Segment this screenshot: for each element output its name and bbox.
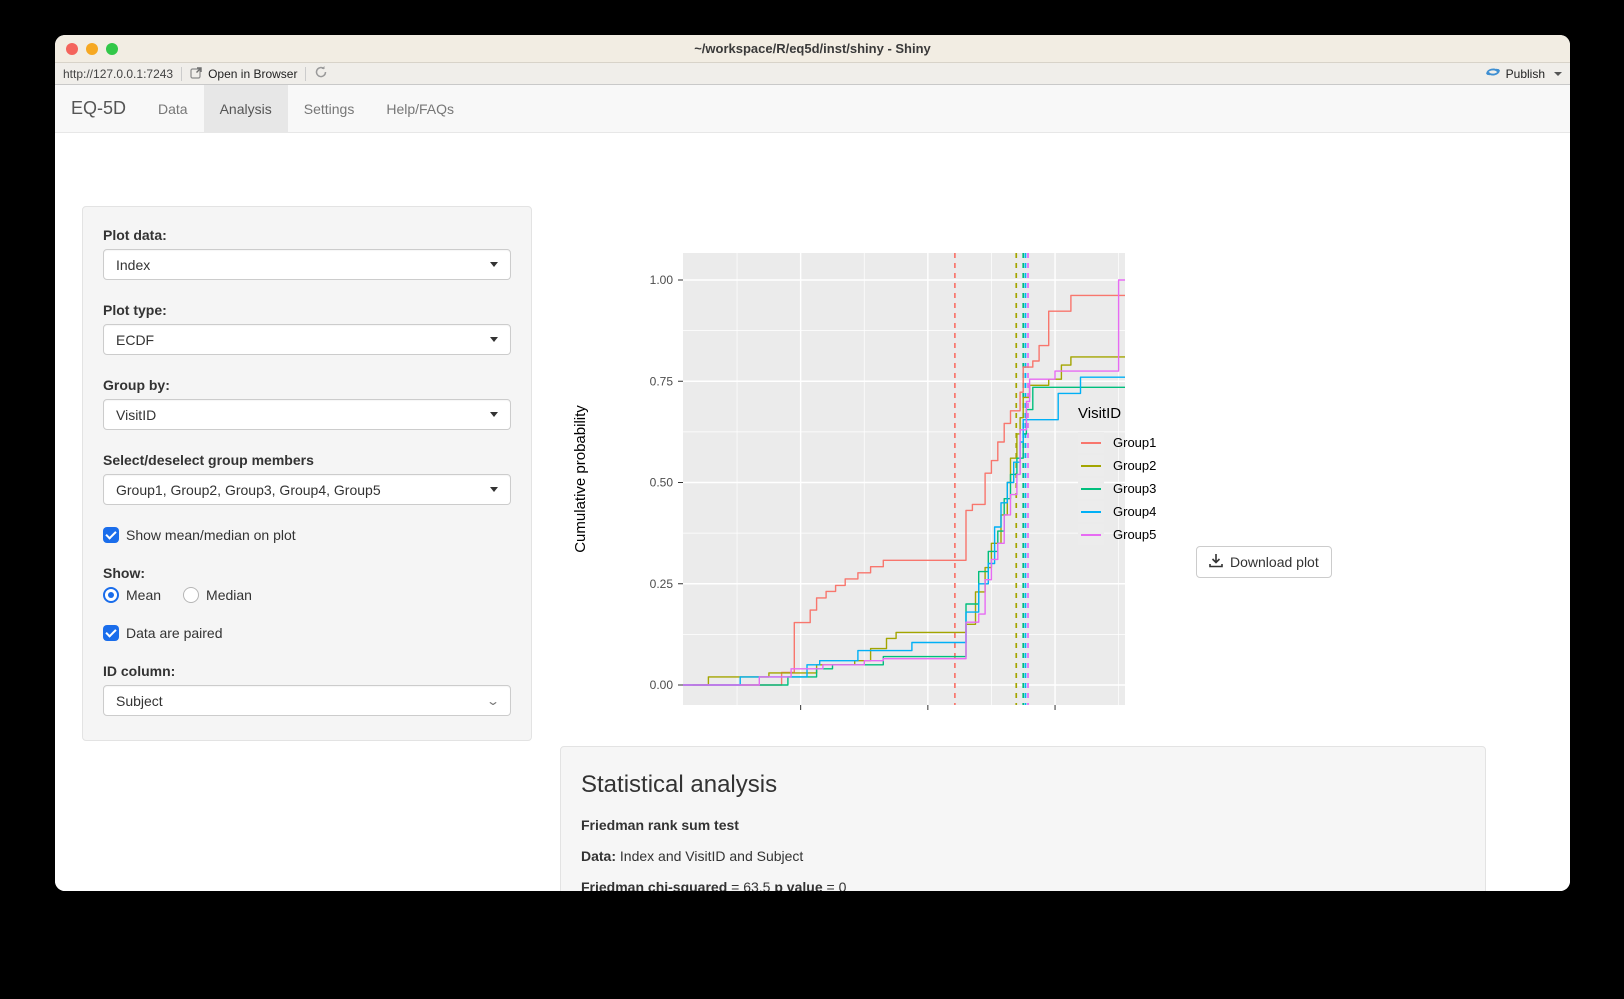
svg-text:0.25: 0.25 xyxy=(650,577,674,591)
nav-tabs: DataAnalysisSettingsHelp/FAQs xyxy=(142,85,470,132)
data-paired-checkbox[interactable]: Data are paired xyxy=(103,625,511,641)
plot-data-label: Plot data: xyxy=(103,227,511,243)
tab-data[interactable]: Data xyxy=(142,85,204,132)
sidebar-panel: Plot data: Index Plot type: ECDF Group b… xyxy=(82,206,532,741)
radio-selected-icon xyxy=(103,587,119,603)
dropdown-caret-icon xyxy=(490,337,498,342)
open-in-browser-button[interactable]: Open in Browser xyxy=(190,66,297,82)
app-window: ~/workspace/R/eq5d/inst/shiny - Shiny ht… xyxy=(55,35,1570,891)
dropdown-caret-icon xyxy=(490,412,498,417)
publish-menu-caret-icon xyxy=(1554,72,1562,76)
legend-key-swatch xyxy=(1078,478,1104,499)
app-brand: EQ-5D xyxy=(55,85,142,132)
show-label: Show: xyxy=(103,565,511,581)
radio-unselected-icon xyxy=(183,587,199,603)
tab-help-faqs[interactable]: Help/FAQs xyxy=(370,85,470,132)
statistical-analysis-panel: Statistical analysis Friedman rank sum t… xyxy=(560,746,1486,891)
refresh-icon[interactable] xyxy=(314,65,328,82)
toolbar-divider xyxy=(305,67,306,81)
svg-text:0.75: 0.75 xyxy=(650,374,674,388)
checkbox-checked-icon xyxy=(103,527,119,543)
legend-label: Group4 xyxy=(1113,504,1156,519)
radio-mean[interactable]: Mean xyxy=(103,587,161,603)
toolbar-divider xyxy=(181,67,182,81)
viewer-toolbar: http://127.0.0.1:7243 Open in Browser Pu… xyxy=(55,63,1570,85)
legend-item-group4: Group4 xyxy=(1078,501,1156,522)
svg-text:Cumulative probability: Cumulative probability xyxy=(572,405,589,553)
svg-text:0.00: 0.00 xyxy=(650,678,674,692)
group-members-select[interactable]: Group1, Group2, Group3, Group4, Group5 xyxy=(103,474,511,505)
legend-title: VisitID xyxy=(1078,405,1156,422)
legend-label: Group2 xyxy=(1113,458,1156,473)
test-name: Friedman rank sum test xyxy=(581,817,1465,833)
publish-button[interactable]: Publish xyxy=(1485,66,1562,81)
dropdown-caret-icon xyxy=(490,487,498,492)
tab-analysis[interactable]: Analysis xyxy=(204,85,288,132)
legend-item-group3: Group3 xyxy=(1078,478,1156,499)
legend-label: Group1 xyxy=(1113,435,1156,450)
legend-key-swatch xyxy=(1078,455,1104,476)
svg-text:1.00: 1.00 xyxy=(650,273,674,287)
window-title: ~/workspace/R/eq5d/inst/shiny - Shiny xyxy=(55,35,1570,63)
radio-median[interactable]: Median xyxy=(183,587,252,603)
open-in-browser-icon xyxy=(190,66,203,82)
url-text: http://127.0.0.1:7243 xyxy=(63,67,173,81)
stats-heading: Statistical analysis xyxy=(581,771,1465,799)
id-column-label: ID column: xyxy=(103,663,511,679)
page-content: Plot data: Index Plot type: ECDF Group b… xyxy=(55,133,1570,891)
app-navbar: EQ-5D DataAnalysisSettingsHelp/FAQs xyxy=(55,85,1570,133)
id-column-select[interactable]: Subject ⌄ xyxy=(103,685,511,716)
group-by-select[interactable]: VisitID xyxy=(103,399,511,430)
group-members-label: Select/deselect group members xyxy=(103,452,511,468)
publish-icon xyxy=(1485,66,1501,81)
svg-text:0.50: 0.50 xyxy=(650,476,674,490)
legend-item-group1: Group1 xyxy=(1078,432,1156,453)
plot-data-select[interactable]: Index xyxy=(103,249,511,280)
title-bar: ~/workspace/R/eq5d/inst/shiny - Shiny xyxy=(55,35,1570,63)
plot-legend: VisitID Group1 Group2 Group3 Group4 Group5 xyxy=(1078,405,1156,547)
select-chevron-icon: ⌄ xyxy=(486,694,500,708)
tab-settings[interactable]: Settings xyxy=(288,85,371,132)
download-plot-button[interactable]: Download plot xyxy=(1196,546,1332,578)
show-mean-median-checkbox[interactable]: Show mean/median on plot xyxy=(103,527,511,543)
legend-key-swatch xyxy=(1078,501,1104,522)
legend-item-group5: Group5 xyxy=(1078,524,1156,545)
legend-key-swatch xyxy=(1078,524,1104,545)
group-by-label: Group by: xyxy=(103,377,511,393)
legend-key-swatch xyxy=(1078,432,1104,453)
legend-label: Group3 xyxy=(1113,481,1156,496)
plot-type-select[interactable]: ECDF xyxy=(103,324,511,355)
data-line: Data: Index and VisitID and Subject xyxy=(581,848,1465,864)
result-line: Friedman chi-squared = 63.5 p value = 0 xyxy=(581,879,1465,891)
show-radio-group: Mean Median xyxy=(103,587,511,603)
dropdown-caret-icon xyxy=(490,262,498,267)
download-icon xyxy=(1209,553,1223,571)
legend-item-group2: Group2 xyxy=(1078,455,1156,476)
plot-type-label: Plot type: xyxy=(103,302,511,318)
legend-keys: Group1 Group2 Group3 Group4 Group5 xyxy=(1078,432,1156,545)
checkbox-checked-icon xyxy=(103,625,119,641)
legend-label: Group5 xyxy=(1113,527,1156,542)
